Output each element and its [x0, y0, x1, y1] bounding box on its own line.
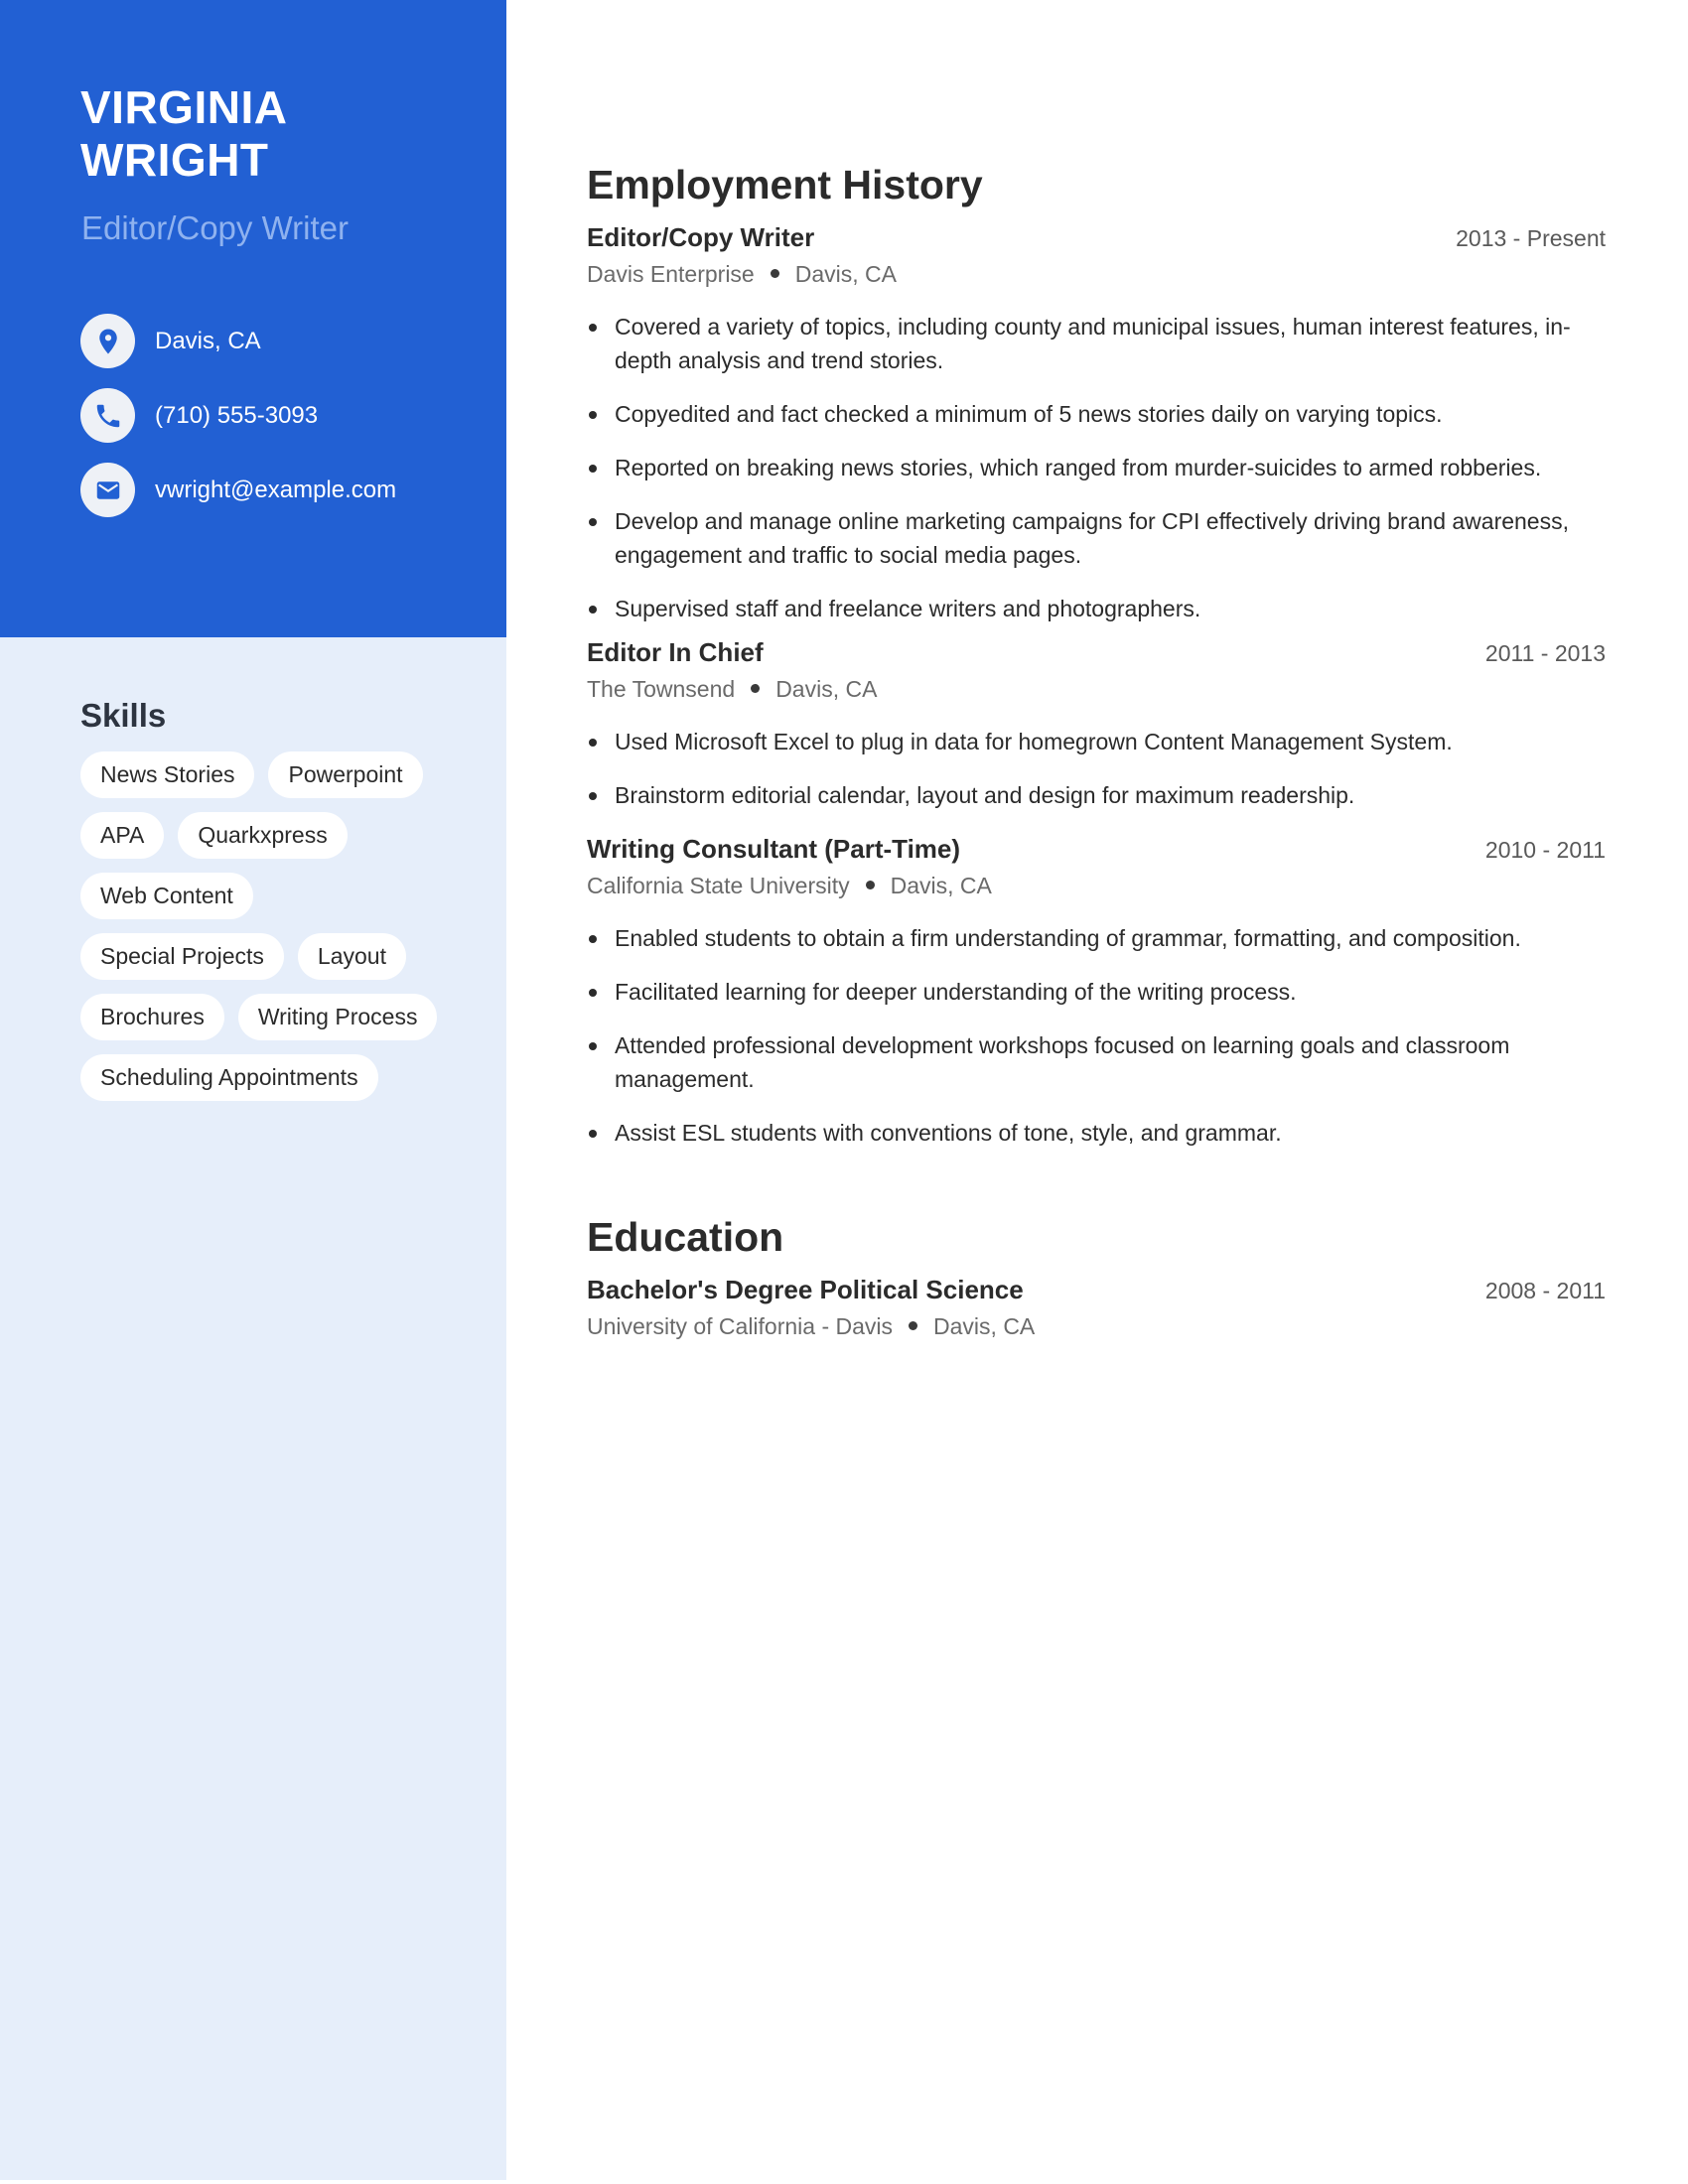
bullet-item: Copyedited and fact checked a minimum of…: [587, 397, 1606, 431]
contact-location: Davis, CA: [80, 314, 396, 368]
education-dates: 2008 - 2011: [1484, 1278, 1606, 1303]
job-location: Davis, CA: [890, 873, 992, 898]
bullet-item: Facilitated learning for deeper understa…: [587, 975, 1606, 1009]
name-first: VIRGINIA: [80, 81, 288, 133]
skill-tag: Powerpoint: [268, 751, 423, 798]
skill-tag: Brochures: [80, 994, 224, 1040]
bullet-item: Covered a variety of topics, including c…: [587, 310, 1606, 377]
skill-tag: Special Projects: [80, 933, 284, 980]
job-location: Davis, CA: [794, 261, 897, 287]
location-text: Davis, CA: [155, 327, 261, 354]
contact-email: vwright@example.com: [80, 463, 396, 517]
envelope-icon: [80, 463, 135, 517]
name-last: WRIGHT: [80, 134, 269, 186]
bullet-item: Attended professional development worksh…: [587, 1028, 1606, 1096]
skill-tag: Web Content: [80, 873, 253, 919]
bullet-item: Brainstorm editorial calendar, layout an…: [587, 778, 1606, 812]
school-name: University of California - Davis: [587, 1313, 894, 1339]
skill-tag: Writing Process: [237, 994, 438, 1040]
employment-section: Employment History Editor/Copy Writer 20…: [587, 159, 1606, 1150]
skill-tag: Scheduling Appointments: [80, 1054, 378, 1101]
profile-header: VIRGINIA WRIGHT Editor/Copy Writer Davis…: [0, 0, 506, 637]
skill-tag: Layout: [297, 933, 406, 980]
job-employer: Davis Enterprise Davis, CA: [587, 261, 1606, 288]
job-title-headline: Editor/Copy Writer: [81, 209, 349, 246]
separator-dot: [751, 684, 761, 694]
education-heading: Education: [587, 1214, 784, 1260]
skill-tag: APA: [80, 812, 165, 859]
phone-icon: [80, 388, 135, 443]
phone-text[interactable]: (710) 555-3093: [155, 402, 318, 430]
bullet-item: Assist ESL students with conventions of …: [587, 1116, 1606, 1150]
degree-title: Bachelor's Degree Political Science: [587, 1275, 1024, 1304]
job-bullets: Used Microsoft Excel to plug in data for…: [587, 725, 1606, 812]
main-content: Employment History Editor/Copy Writer 20…: [587, 159, 1606, 1340]
location-pin-icon: [80, 314, 135, 368]
contact-phone: (710) 555-3093: [80, 388, 396, 443]
separator-dot: [909, 1321, 918, 1331]
company-name: Davis Enterprise: [587, 261, 755, 287]
education-entry: Bachelor's Degree Political Science 2008…: [587, 1275, 1606, 1340]
job-title: Editor In Chief: [587, 637, 764, 667]
skill-tag: News Stories: [80, 751, 255, 798]
job-dates: 2011 - 2013: [1484, 640, 1606, 666]
separator-dot: [770, 269, 779, 279]
job-location: Davis, CA: [775, 676, 878, 702]
job-bullets: Covered a variety of topics, including c…: [587, 310, 1606, 625]
contact-list: Davis, CA (710) 555-3093 vwright@example…: [80, 314, 396, 537]
job-entry: Writing Consultant (Part-Time) 2010 - 20…: [587, 834, 1606, 1150]
candidate-name: VIRGINIA WRIGHT: [80, 81, 478, 187]
bullet-item: Develop and manage online marketing camp…: [587, 504, 1606, 572]
job-dates: 2010 - 2011: [1484, 837, 1606, 863]
company-name: California State University: [587, 873, 850, 898]
education-section: Education Bachelor's Degree Political Sc…: [587, 1211, 1606, 1340]
job-employer: California State University Davis, CA: [587, 873, 1606, 899]
job-entry: Editor In Chief 2011 - 2013 The Townsend…: [587, 637, 1606, 812]
company-name: The Townsend: [587, 676, 736, 702]
job-entry: Editor/Copy Writer 2013 - Present Davis …: [587, 222, 1606, 625]
job-title: Editor/Copy Writer: [587, 222, 815, 252]
job-bullets: Enabled students to obtain a firm unders…: [587, 921, 1606, 1150]
skills-list: News Stories Powerpoint APA Quarkxpress …: [80, 751, 458, 1101]
bullet-item: Reported on breaking news stories, which…: [587, 451, 1606, 484]
school-info: University of California - Davis Davis, C…: [587, 1313, 1606, 1340]
job-dates: 2013 - Present: [1456, 225, 1606, 251]
skills-heading: Skills: [80, 697, 167, 734]
bullet-item: Used Microsoft Excel to plug in data for…: [587, 725, 1606, 758]
email-link[interactable]: vwright@example.com: [155, 477, 396, 504]
separator-dot: [865, 881, 875, 890]
job-employer: The Townsend Davis, CA: [587, 676, 1606, 703]
skill-tag: Quarkxpress: [178, 812, 348, 859]
bullet-item: Enabled students to obtain a firm unders…: [587, 921, 1606, 955]
employment-heading: Employment History: [587, 162, 983, 207]
sidebar: VIRGINIA WRIGHT Editor/Copy Writer Davis…: [0, 0, 506, 2180]
bullet-item: Supervised staff and freelance writers a…: [587, 592, 1606, 625]
school-location: Davis, CA: [933, 1313, 1036, 1339]
job-title: Writing Consultant (Part-Time): [587, 834, 961, 864]
